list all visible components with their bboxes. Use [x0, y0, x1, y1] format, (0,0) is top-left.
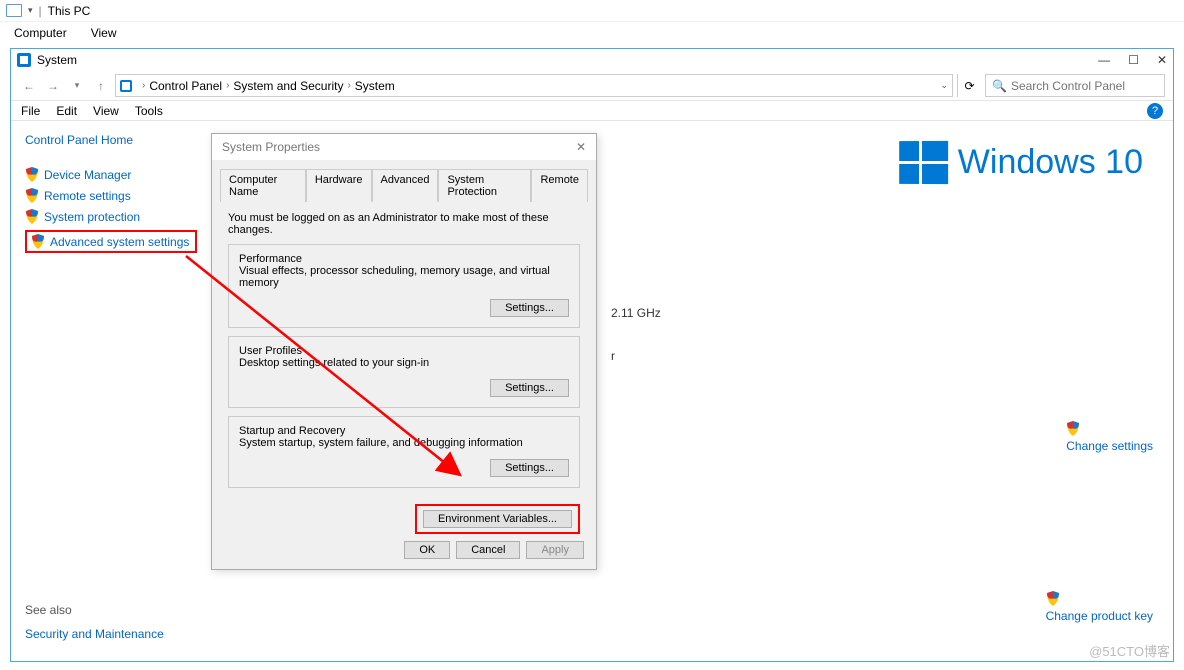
minimize-button[interactable]: — — [1098, 53, 1110, 67]
change-settings-link[interactable]: Change settings — [1066, 439, 1153, 453]
control-panel-home-link[interactable]: Control Panel Home — [25, 133, 197, 147]
change-product-key-link[interactable]: Change product key — [1046, 609, 1153, 623]
shield-icon — [25, 167, 38, 182]
maximize-button[interactable]: ☐ — [1128, 53, 1139, 67]
menu-file[interactable]: File — [21, 104, 40, 118]
processor-freq: 2.11 GHz — [611, 306, 661, 320]
menu-view[interactable]: View — [93, 104, 119, 118]
quick-access-dropdown[interactable]: ▾ — [28, 5, 33, 16]
security-maintenance-link[interactable]: Security and Maintenance — [25, 627, 164, 641]
performance-settings-button[interactable]: Settings... — [490, 299, 569, 317]
address-row: ← → ▾ ↑ › Control Panel › System and Sec… — [11, 71, 1173, 101]
help-button[interactable]: ? — [1147, 103, 1163, 119]
tab-view[interactable]: View — [91, 26, 117, 40]
admin-notice: You must be logged on as an Administrato… — [228, 212, 580, 236]
environment-variables-button[interactable]: Environment Variables... — [423, 510, 572, 528]
shield-icon — [31, 234, 44, 249]
nav-forward-button[interactable]: → — [43, 76, 63, 96]
shield-icon — [25, 209, 38, 224]
shield-icon — [25, 188, 38, 203]
document-icon — [6, 4, 22, 17]
tab-remote[interactable]: Remote — [531, 169, 588, 202]
nav-back-button[interactable]: ← — [19, 76, 39, 96]
sidebar-item-advanced-system-settings[interactable]: Advanced system settings — [25, 230, 197, 253]
nav-up-button[interactable]: ↑ — [91, 76, 111, 96]
windows-10-branding: Windows 10 — [899, 141, 1143, 184]
nav-recent-dropdown[interactable]: ▾ — [67, 76, 87, 96]
watermark: @51CTO博客 — [1089, 641, 1170, 660]
tab-system-protection[interactable]: System Protection — [438, 169, 531, 202]
tab-computer[interactable]: Computer — [14, 26, 67, 40]
user-profiles-group: User Profiles Desktop settings related t… — [228, 336, 580, 408]
system-titlebar: System — ☐ ✕ — [11, 49, 1173, 71]
startup-recovery-settings-button[interactable]: Settings... — [490, 459, 569, 477]
dialog-titlebar: System Properties ✕ — [212, 134, 596, 160]
close-button[interactable]: ✕ — [1157, 53, 1167, 67]
search-icon: 🔍 — [992, 79, 1007, 93]
tab-computer-name[interactable]: Computer Name — [220, 169, 306, 202]
search-box[interactable]: 🔍 — [985, 74, 1165, 97]
user-profiles-settings-button[interactable]: Settings... — [490, 379, 569, 397]
tab-hardware[interactable]: Hardware — [306, 169, 372, 202]
crumb-1[interactable]: System and Security — [233, 79, 343, 93]
apply-button[interactable]: Apply — [526, 541, 584, 559]
see-also-heading: See also — [25, 603, 197, 617]
cancel-button[interactable]: Cancel — [456, 541, 520, 559]
shield-icon — [1066, 421, 1079, 436]
crumb-0[interactable]: Control Panel — [149, 79, 222, 93]
system-icon — [120, 80, 132, 92]
sidebar-item-system-protection[interactable]: System protection — [25, 209, 197, 224]
menu-edit[interactable]: Edit — [56, 104, 77, 118]
windows-logo-icon — [899, 141, 948, 184]
refresh-button[interactable]: ⟳ — [957, 74, 981, 97]
startup-recovery-group: Startup and Recovery System startup, sys… — [228, 416, 580, 488]
system-title: System — [37, 53, 77, 67]
system-properties-dialog: System Properties ✕ Computer Name Hardwa… — [211, 133, 597, 570]
window-title: This PC — [48, 4, 91, 18]
dialog-close-button[interactable]: ✕ — [576, 140, 586, 155]
sidebar-item-device-manager[interactable]: Device Manager — [25, 167, 197, 182]
dialog-body: You must be logged on as an Administrato… — [212, 202, 596, 544]
sidebar-item-remote-settings[interactable]: Remote settings — [25, 188, 197, 203]
address-bar[interactable]: › Control Panel › System and Security › … — [115, 74, 953, 97]
menu-tools[interactable]: Tools — [135, 104, 163, 118]
explorer-titlebar: ▾ | This PC — [0, 0, 1184, 22]
tab-advanced[interactable]: Advanced — [372, 169, 439, 202]
shield-icon — [1046, 591, 1059, 606]
system-icon — [17, 53, 31, 67]
dialog-tabs: Computer Name Hardware Advanced System P… — [220, 168, 588, 202]
performance-group: Performance Visual effects, processor sc… — [228, 244, 580, 328]
ribbon-tabs: Computer View — [0, 22, 1184, 44]
dialog-footer: OK Cancel Apply — [404, 541, 584, 559]
sidebar: Control Panel Home Device Manager Remote… — [11, 121, 211, 661]
address-dropdown[interactable]: ⌄ — [940, 80, 948, 91]
search-input[interactable] — [1011, 79, 1158, 93]
crumb-2[interactable]: System — [355, 79, 395, 93]
ok-button[interactable]: OK — [404, 541, 450, 559]
menu-bar: File Edit View Tools ? — [11, 101, 1173, 121]
